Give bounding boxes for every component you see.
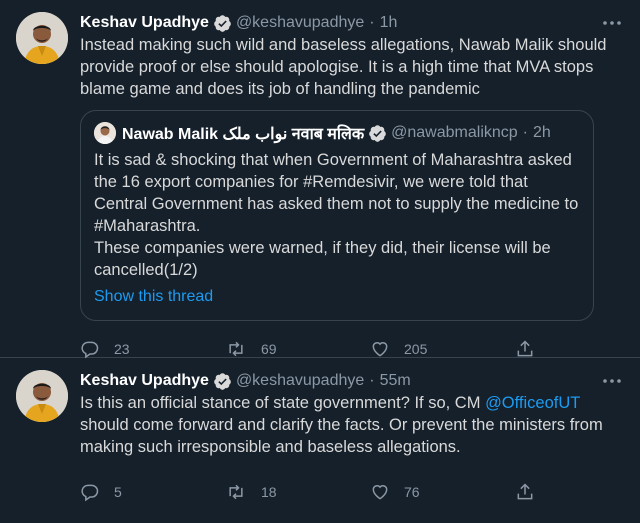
tweet-text: Is this an official stance of state gove… (80, 392, 624, 458)
tweet-time[interactable]: 1h (380, 14, 398, 32)
quoted-tweet[interactable]: Nawab Malik نواب ملک नवाब मलिक @nawabmal… (80, 110, 594, 321)
heart-icon (372, 485, 388, 500)
retweet-button[interactable]: 18 (225, 482, 370, 502)
author-handle[interactable]: @keshavupadhye (236, 14, 364, 32)
separator-dot: · (369, 14, 375, 31)
reply-count: 23 (114, 341, 130, 357)
more-options-icon (603, 379, 621, 383)
tweet-text-part: should come forward and clarify the fact… (80, 416, 603, 456)
verified-badge-icon (368, 124, 387, 143)
retweet-button[interactable]: 69 (225, 339, 370, 359)
more-options-button[interactable] (600, 12, 624, 34)
reply-count: 5 (114, 484, 122, 500)
show-thread-link[interactable]: Show this thread (94, 288, 580, 310)
tweet[interactable]: Keshav Upadhye @keshavupadhye · 55m Is t… (0, 358, 640, 523)
retweet-count: 18 (261, 484, 277, 500)
heart-icon (372, 342, 388, 357)
reply-button[interactable]: 5 (80, 482, 225, 502)
avatar-photo (16, 12, 68, 64)
reply-button[interactable]: 23 (80, 339, 225, 359)
avatar-photo (16, 370, 68, 422)
like-count: 205 (404, 341, 428, 357)
retweet-icon (229, 484, 243, 500)
share-button[interactable] (515, 482, 549, 502)
avatar[interactable] (16, 12, 68, 64)
tweet-time[interactable]: 55m (380, 372, 411, 390)
separator-dot: · (369, 372, 375, 389)
author-name[interactable]: Keshav Upadhye (80, 372, 209, 390)
more-options-icon (603, 21, 621, 25)
tweet-text: Instead making such wild and baseless al… (80, 36, 607, 98)
tweet-header: Keshav Upadhye @keshavupadhye · 55m (80, 370, 624, 392)
share-icon (517, 340, 533, 357)
verified-badge-icon (213, 372, 232, 391)
share-icon (517, 483, 533, 500)
reply-icon (81, 341, 99, 359)
like-button[interactable]: 76 (370, 482, 515, 502)
quoted-tweet-time[interactable]: 2h (533, 124, 551, 142)
like-count: 76 (404, 484, 420, 500)
quoted-tweet-text: It is sad & shocking that when Governmen… (94, 151, 579, 235)
quoted-author-handle[interactable]: @nawabmaliknc​p (391, 124, 518, 142)
separator-dot: · (522, 124, 528, 141)
verified-badge-icon (213, 14, 232, 33)
more-options-button[interactable] (600, 370, 624, 392)
quoted-author-name[interactable]: Nawab Malik نواب ملک नवाब मलिक (122, 122, 364, 144)
retweet-count: 69 (261, 341, 277, 357)
share-button[interactable] (515, 339, 549, 359)
avatar[interactable] (16, 370, 68, 422)
quoted-tweet-text-continued: These companies were warned, if they did… (94, 239, 551, 279)
author-handle[interactable]: @keshavupadhye (236, 372, 364, 390)
tweet-actions: 5 18 76 (80, 474, 624, 510)
mention-link[interactable]: @OfficeofUT (485, 394, 580, 412)
like-button[interactable]: 205 (370, 339, 515, 359)
tweet[interactable]: Keshav Upadhye @keshavupadhye · 1h Inste… (0, 0, 640, 359)
tweet-header: Keshav Upadhye @keshavupadhye · 1h (80, 12, 624, 34)
quoted-tweet-header: Nawab Malik نواب ملک नवाब मलिक @nawabmal… (94, 121, 580, 145)
tweet-text-part: Is this an official stance of state gove… (80, 394, 486, 412)
author-name[interactable]: Keshav Upadhye (80, 14, 209, 32)
reply-icon (81, 484, 99, 502)
retweet-icon (229, 341, 243, 357)
quoted-avatar (94, 122, 116, 144)
